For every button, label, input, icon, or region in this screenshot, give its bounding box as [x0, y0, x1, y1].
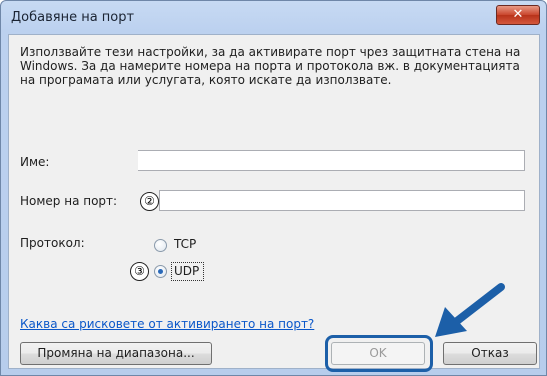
cancel-button[interactable]: Отказ — [443, 342, 537, 365]
close-icon: ✕ — [512, 7, 524, 22]
tcp-radio-label[interactable]: TCP — [174, 237, 196, 251]
tcp-radio[interactable] — [154, 239, 167, 252]
dialog-content: Използвайте тези настройки, за да активи… — [8, 34, 540, 372]
callout-3: ③ — [130, 262, 149, 281]
port-number-input[interactable] — [159, 190, 525, 211]
title-bar: Добавяне на порт ✕ — [1, 1, 546, 33]
protocol-label: Протокол: — [20, 236, 85, 250]
udp-radio-label[interactable]: UDP — [174, 264, 199, 278]
udp-radio[interactable] — [154, 265, 167, 278]
port-risks-link[interactable]: Каква са рисковете от активирането на по… — [20, 317, 314, 331]
dialog-title: Добавяне на порт — [11, 10, 135, 25]
name-input[interactable] — [138, 150, 525, 171]
ok-button-highlight — [325, 335, 433, 372]
add-port-dialog: Добавяне на порт ✕ Използвайте тези наст… — [0, 0, 547, 376]
name-label: Име: — [20, 155, 50, 169]
change-scope-button[interactable]: Промяна на диапазона... — [20, 342, 212, 365]
description-text: Използвайте тези настройки, за да активи… — [20, 45, 521, 87]
pointer-arrow-icon — [435, 283, 505, 337]
close-button[interactable]: ✕ — [496, 5, 540, 25]
port-number-label: Номер на порт: — [20, 194, 118, 208]
callout-2: ② — [140, 192, 159, 211]
